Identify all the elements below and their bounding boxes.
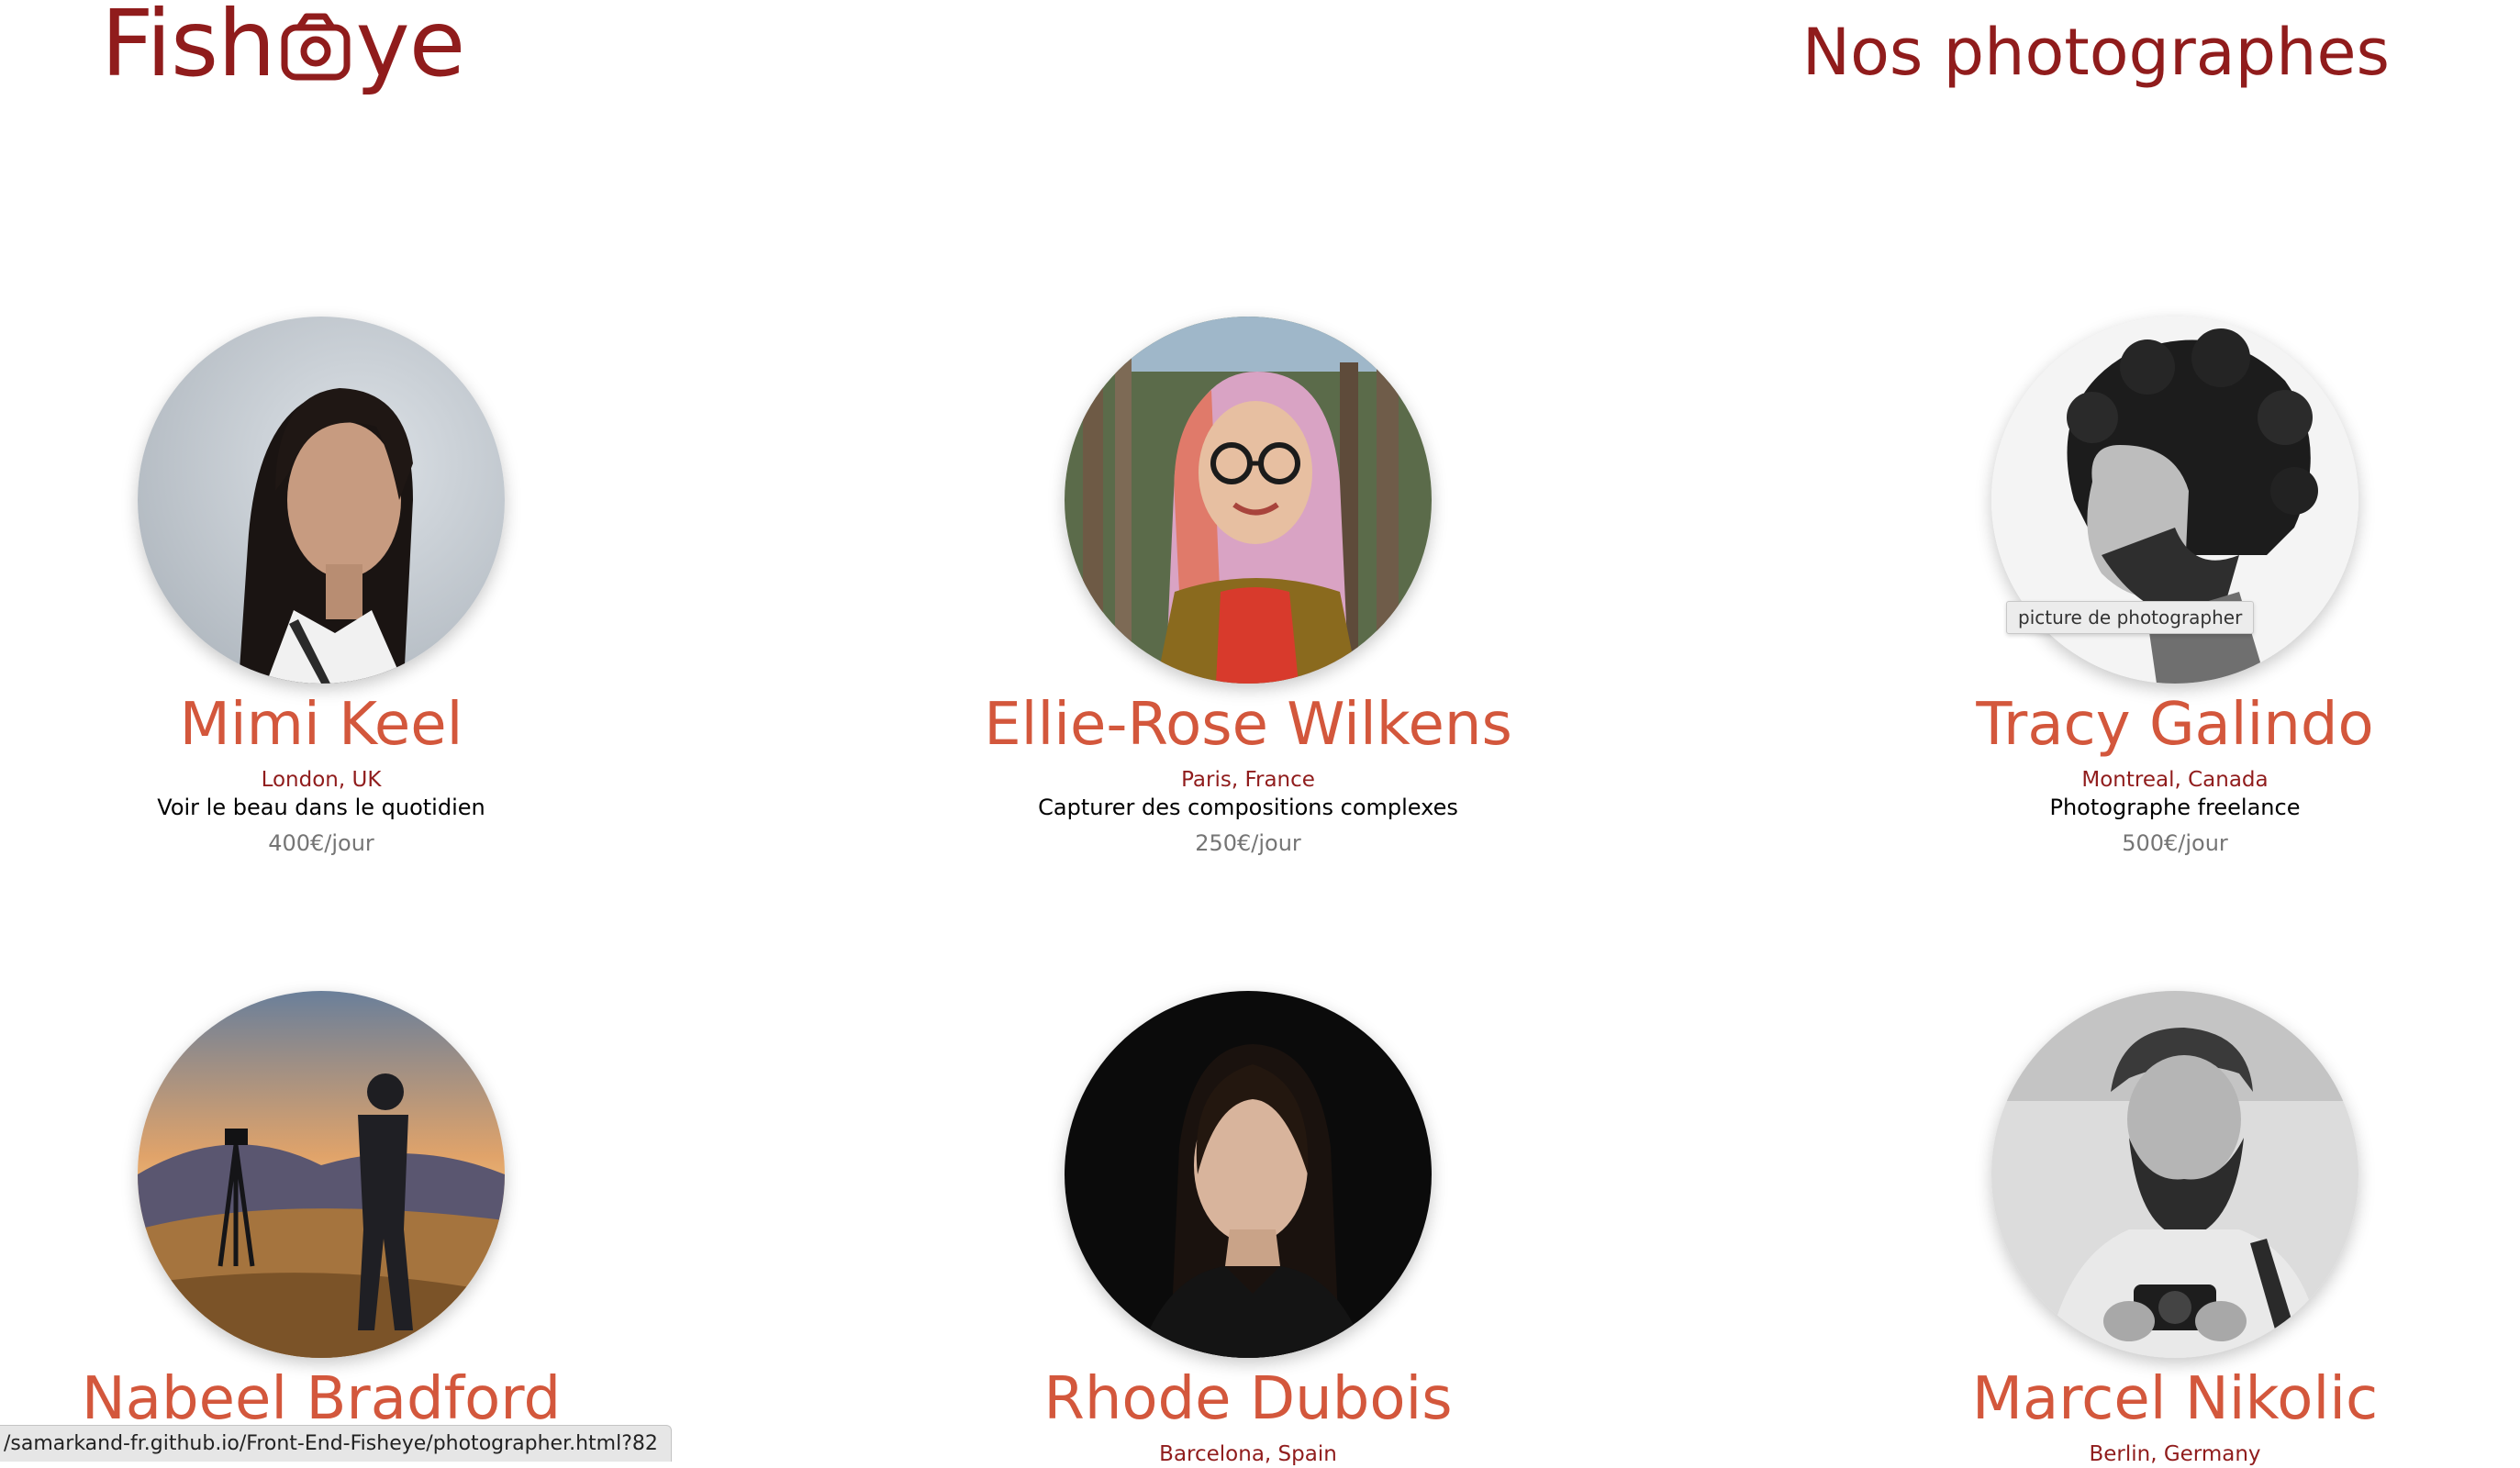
photographer-name: Marcel Nikolic [1971, 1365, 2379, 1433]
photographer-card-mimi-keel[interactable]: Mimi Keel London, UK Voir le beau dans l… [0, 317, 734, 867]
browser-status-url: /samarkand-fr.github.io/Front-End-Fishey… [0, 1425, 672, 1462]
photographer-portrait[interactable] [138, 317, 505, 684]
portrait-tooltip: picture de photographer [2006, 601, 2255, 634]
photographer-name: Mimi Keel [179, 691, 463, 759]
photographer-card-ellie-rose-wilkens[interactable]: Ellie-Rose Wilkens Paris, France Capture… [835, 317, 1661, 867]
photographer-name: Tracy Galindo [1976, 691, 2374, 759]
photographer-price: 400€/jour [268, 830, 374, 856]
photographer-location: Berlin, Germany [2089, 1442, 2261, 1466]
photographer-portrait[interactable] [1065, 317, 1432, 684]
logo-text-left: Fish [101, 0, 276, 97]
photographer-location: Montreal, Canada [2081, 768, 2269, 792]
photographer-name: Ellie-Rose Wilkens [984, 691, 1512, 759]
photographer-card-tracy-galindo[interactable]: Tracy Galindo Montreal, Canada Photograp… [1762, 317, 2520, 867]
logo-text-right: ye [355, 0, 466, 97]
photographer-tagline: Capturer des compositions complexes [1038, 795, 1458, 820]
page-title: Nos photographes [1801, 15, 2390, 90]
photographer-portrait[interactable] [138, 991, 505, 1358]
photographer-portrait[interactable] [1991, 991, 2358, 1358]
photographer-portrait[interactable] [1065, 991, 1432, 1358]
camera-icon [279, 6, 352, 81]
site-header: Fish ye Nos photographes [0, 0, 2520, 138]
photographer-card-marcel-nikolic[interactable]: Marcel Nikolic Berlin, Germany [1762, 991, 2520, 1466]
photographer-tagline: Photographe freelance [2049, 795, 2301, 820]
photographer-card-rhode-dubois[interactable]: Rhode Dubois Barcelona, Spain [835, 991, 1661, 1466]
photographer-price: 250€/jour [1195, 830, 1301, 856]
fisheye-logo[interactable]: Fish ye [101, 0, 466, 97]
photographer-name: Rhode Dubois [1043, 1365, 1453, 1433]
photographer-price: 500€/jour [2122, 830, 2228, 856]
photographer-card-nabeel-bradford[interactable]: Nabeel Bradford [0, 991, 734, 1461]
photographer-tagline: Voir le beau dans le quotidien [157, 795, 485, 820]
photographer-location: London, UK [261, 768, 382, 792]
photographer-location: Paris, France [1181, 768, 1315, 792]
photographer-location: Barcelona, Spain [1159, 1442, 1337, 1466]
